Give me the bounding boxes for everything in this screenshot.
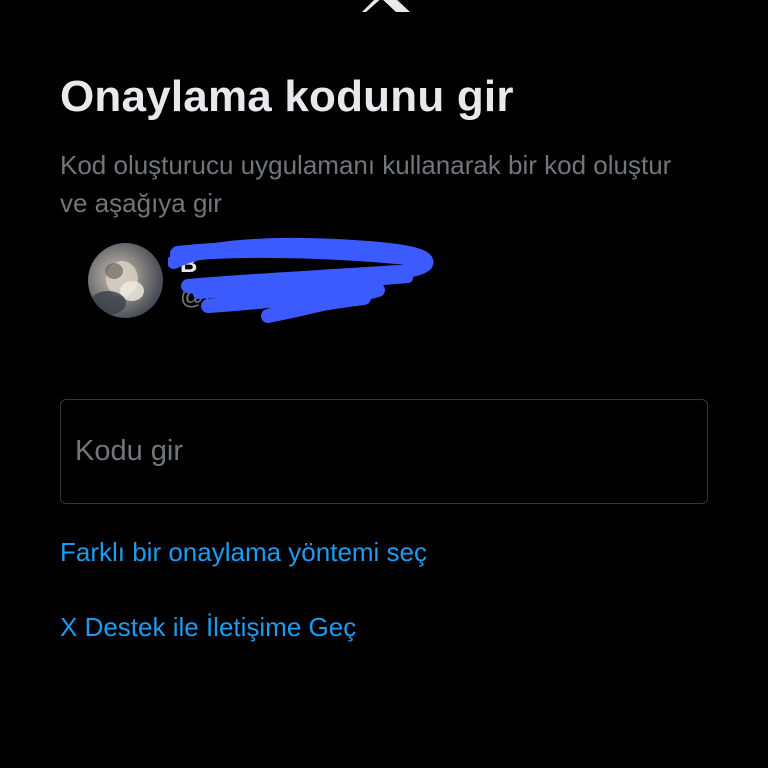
code-input[interactable] <box>75 400 685 503</box>
page-title: Onaylama kodunu gir <box>60 72 514 121</box>
verification-screen: Onaylama kodunu gir Kod oluşturucu uygul… <box>0 0 768 768</box>
account-display-name: B <box>180 251 198 278</box>
account-handle: @B <box>180 283 221 310</box>
avatar-photo-icon <box>90 261 144 315</box>
different-verification-method-link[interactable]: Farklı bir onaylama yöntemi seç <box>60 537 427 568</box>
account-card: B @B <box>88 243 448 319</box>
code-field[interactable] <box>60 399 708 504</box>
avatar <box>88 243 163 318</box>
x-logo-icon <box>362 0 410 12</box>
contact-support-link[interactable]: X Destek ile İletişime Geç <box>60 612 356 643</box>
page-subtitle: Kod oluşturucu uygulamanı kullanarak bir… <box>60 150 672 218</box>
